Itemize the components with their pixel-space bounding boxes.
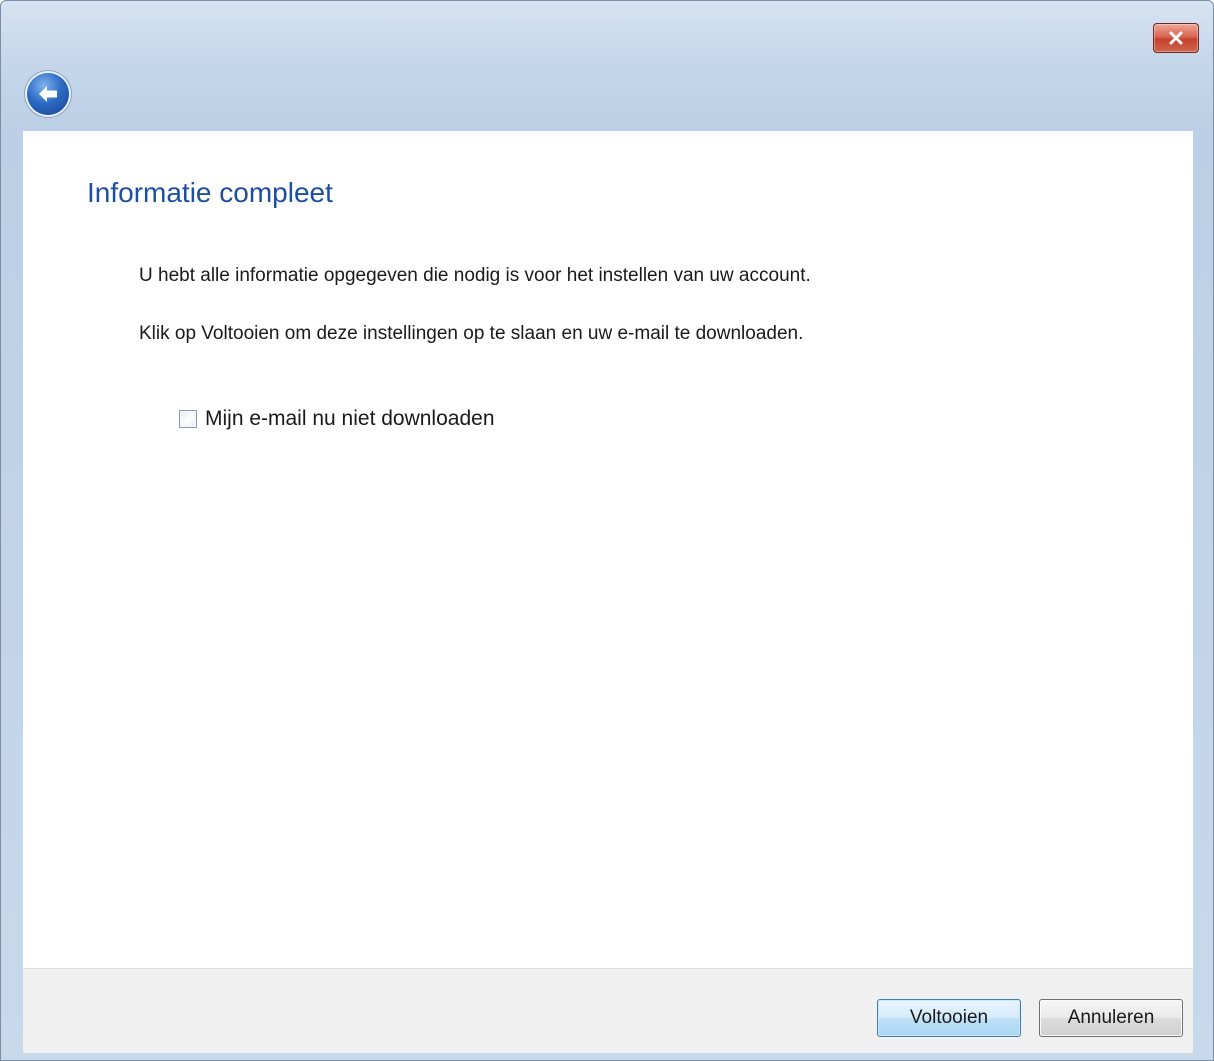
wizard-window: Informatie compleet U hebt alle informat… [0,0,1214,1061]
title-bar [1,1,1213,131]
finish-button[interactable]: Voltooien [877,999,1021,1037]
close-button[interactable] [1153,23,1199,53]
no-download-option[interactable]: Mijn e-mail nu niet downloaden [179,407,495,431]
button-bar: Voltooien Annuleren [23,968,1193,1053]
back-arrow-icon [39,86,57,102]
info-text: U hebt alle informatie opgegeven die nod… [139,265,811,286]
no-download-checkbox[interactable] [179,410,197,428]
page-title: Informatie compleet [87,177,333,208]
instruction-text: Klik op Voltooien om deze instellingen o… [139,323,804,344]
cancel-button[interactable]: Annuleren [1039,999,1183,1037]
no-download-label[interactable]: Mijn e-mail nu niet downloaden [205,407,495,431]
wizard-content: Informatie compleet U hebt alle informat… [23,131,1193,968]
close-icon [1169,31,1183,45]
back-button[interactable] [27,73,69,115]
